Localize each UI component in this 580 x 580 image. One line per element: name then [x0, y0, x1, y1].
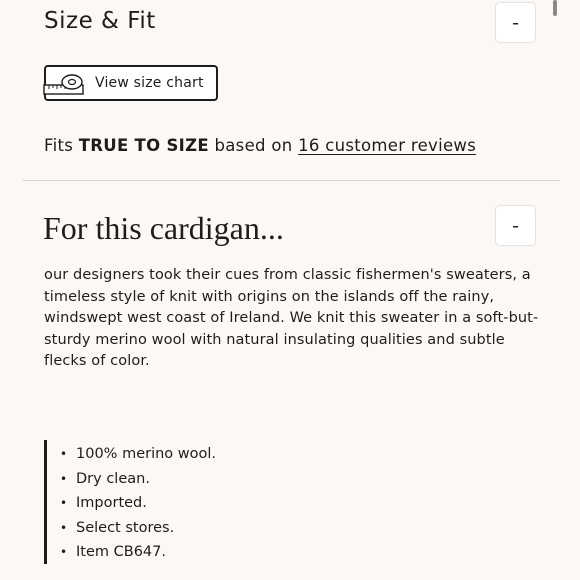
scrollbar-thumb[interactable] [553, 0, 557, 16]
size-fit-collapse-button[interactable]: - [495, 2, 536, 43]
fit-value: TRUE TO SIZE [78, 136, 209, 155]
section-divider [22, 180, 560, 181]
product-description: our designers took their cues from class… [44, 267, 539, 370]
minus-icon: - [512, 11, 519, 34]
bullet-icon: • [60, 520, 68, 535]
size-fit-title: Size & Fit [44, 8, 156, 34]
view-size-chart-button[interactable]: View size chart [43, 65, 218, 101]
feature-text: Item CB647. [76, 544, 166, 560]
bullet-icon: • [60, 545, 68, 559]
details-collapse-button[interactable]: - [495, 205, 536, 246]
feature-text: 100% merino wool. [76, 446, 217, 462]
bullet-accent-bar [44, 440, 47, 564]
product-features-list: • 100% merino wool. • Dry clean. • Imported… [60, 442, 216, 565]
fit-middle: based on [214, 136, 293, 155]
list-item: • Imported. [60, 491, 216, 516]
list-item: • 100% merino wool. [60, 442, 216, 467]
list-item: • Dry clean. [60, 467, 216, 492]
bullet-icon: • [60, 447, 68, 461]
fit-summary: Fits TRUE TO SIZE based on 16 customer r… [44, 136, 476, 155]
feature-text: Select stores. [76, 519, 175, 536]
details-title: For this cardigan... [43, 210, 284, 246]
customer-reviews-link[interactable]: 16 customer reviews [298, 136, 476, 155]
measuring-tape-icon [43, 74, 84, 95]
list-item: • Select stores. [60, 516, 216, 541]
bullet-icon: • [60, 496, 68, 510]
minus-icon: - [512, 214, 519, 237]
view-size-chart-label: View size chart [95, 75, 204, 91]
feature-text: Imported. [76, 495, 147, 511]
fit-prefix: Fits [44, 136, 74, 155]
bullet-icon: • [60, 471, 68, 486]
list-item: • Item CB647. [60, 540, 216, 565]
feature-text: Dry clean. [76, 470, 150, 487]
